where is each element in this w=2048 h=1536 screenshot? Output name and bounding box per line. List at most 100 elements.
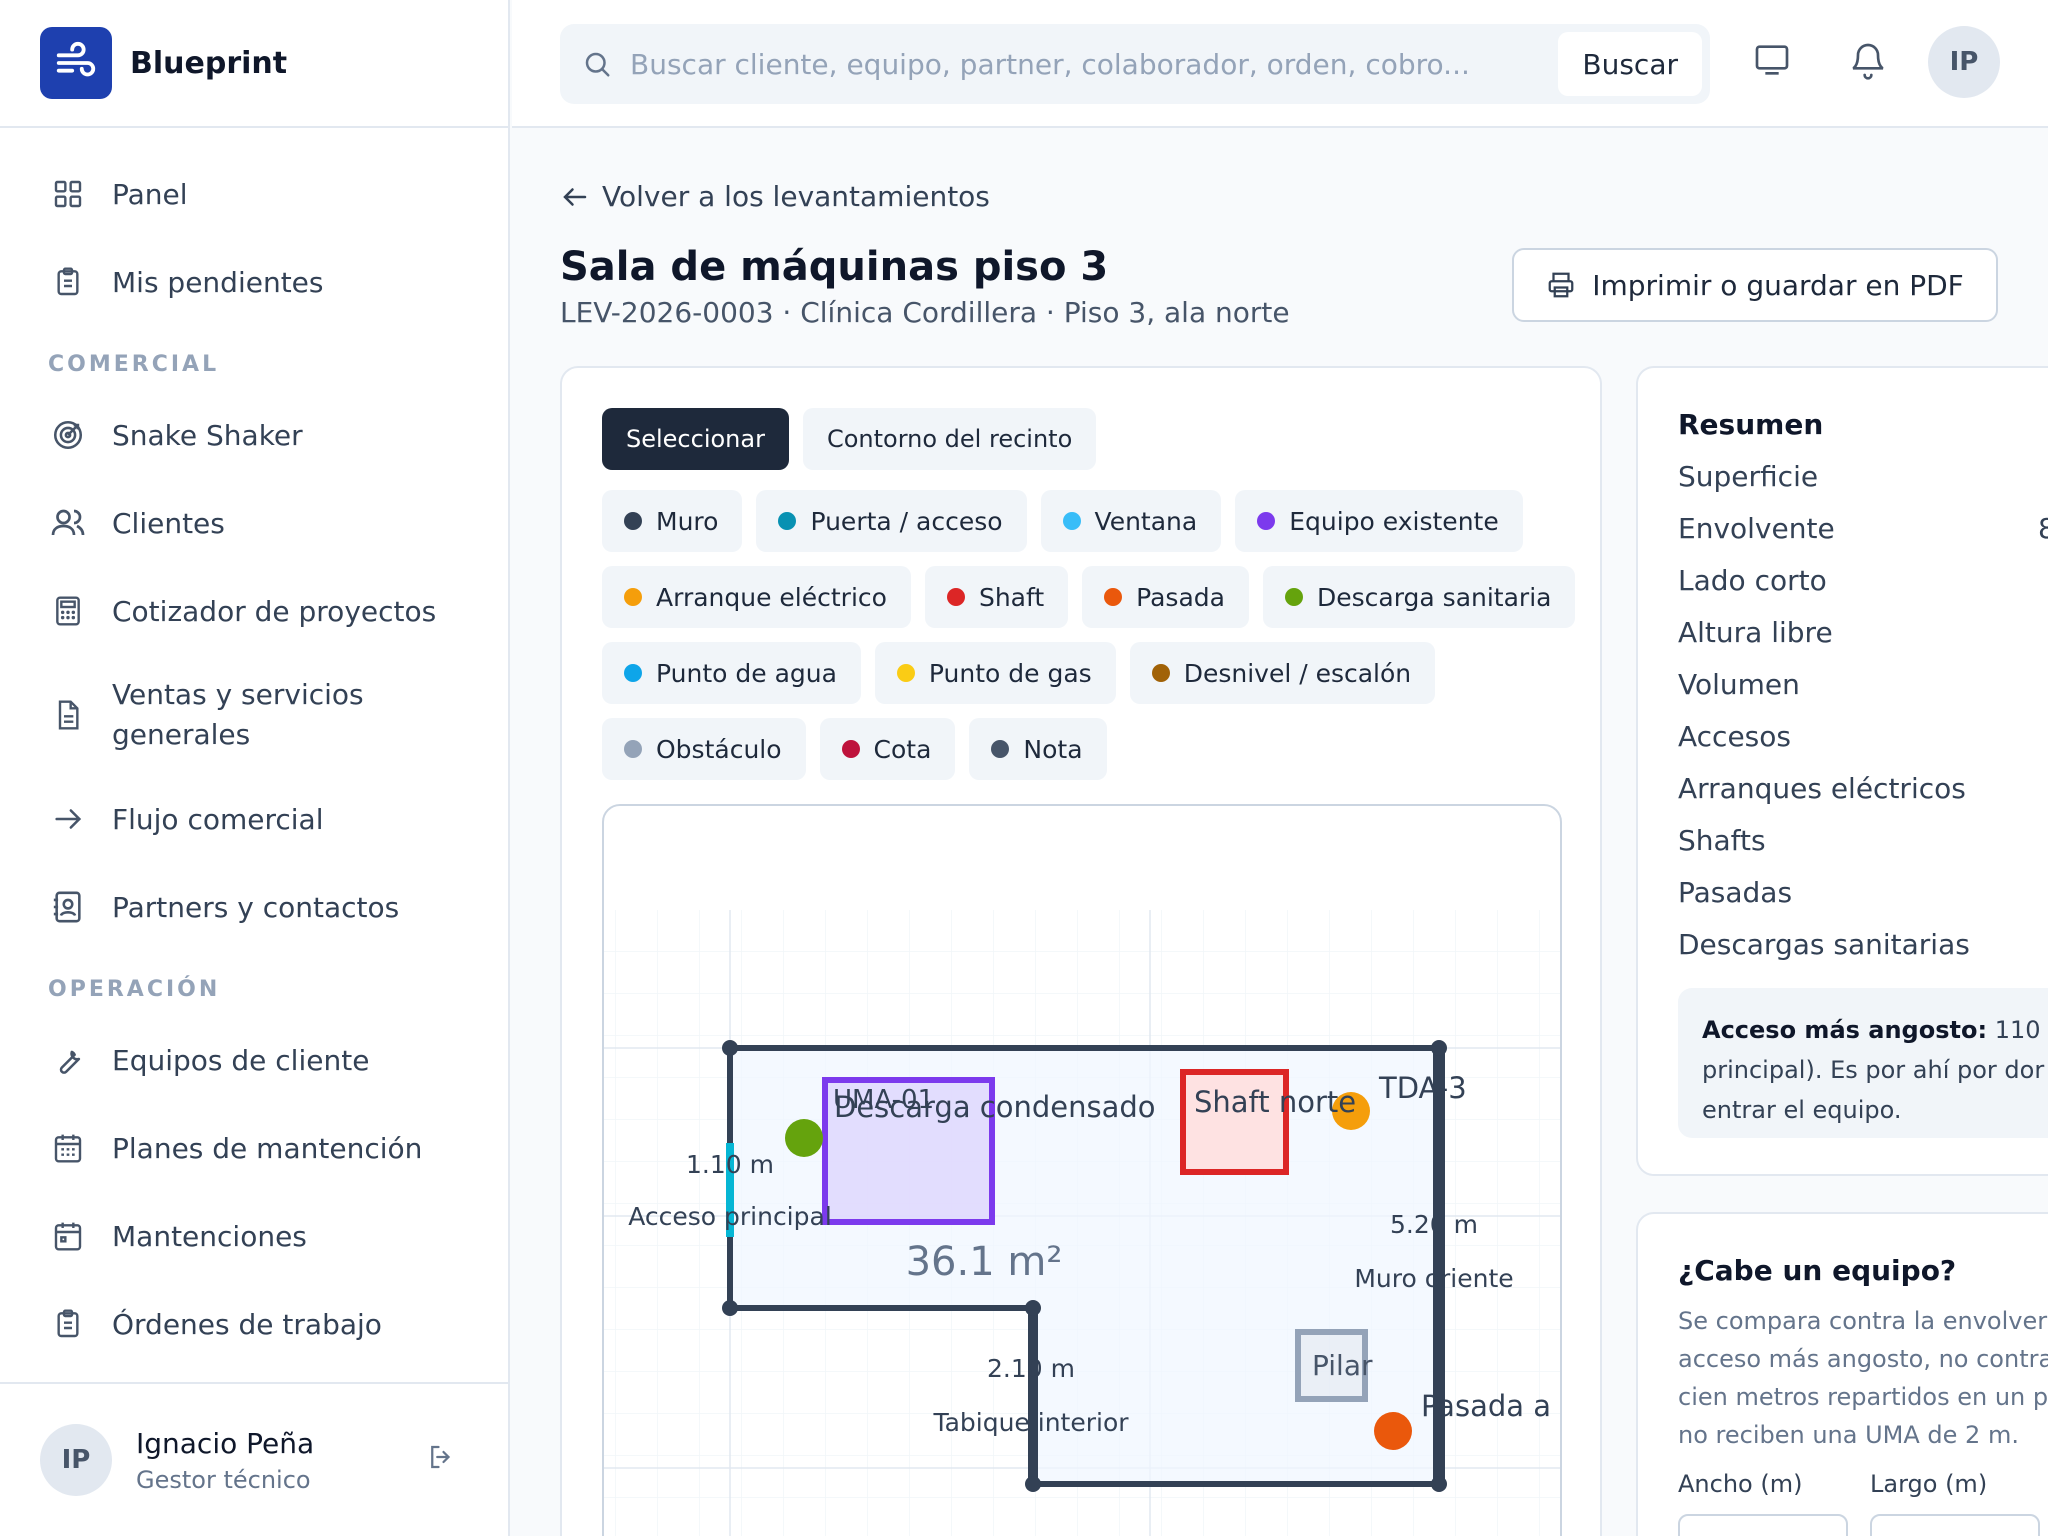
- element-chip[interactable]: Punto de agua: [602, 642, 861, 704]
- sidebar-item-label: Panel: [112, 177, 188, 211]
- sidebar-item-label: Planes de mantención: [112, 1131, 423, 1165]
- color-dot-icon: [991, 740, 1010, 758]
- element-chip[interactable]: Desnivel / escalón: [1129, 642, 1436, 704]
- contact-icon: [48, 887, 88, 927]
- sidebar-item-label: Mis pendientes: [112, 265, 324, 299]
- tool-select[interactable]: Seleccionar: [602, 408, 789, 470]
- element-chip[interactable]: Descarga sanitaria: [1262, 566, 1576, 628]
- element-chip-label: Shaft: [978, 582, 1045, 612]
- interior-wall-label: Tabique interior: [932, 1408, 1129, 1437]
- summary-row: Pasadas: [1678, 876, 1970, 928]
- monitor-icon[interactable]: [1752, 40, 1792, 84]
- element-chip[interactable]: Punto de gas: [874, 642, 1116, 704]
- element-chip[interactable]: Equipo existente: [1235, 490, 1523, 552]
- sidebar-item-mis-pendientes[interactable]: Mis pendientes: [0, 238, 508, 326]
- summary-row-label: Accesos: [1678, 720, 1791, 753]
- note-bold: Acceso más angosto:: [1702, 1016, 1988, 1044]
- sidebar-item-label: Snake Shaker: [112, 418, 303, 452]
- element-chip[interactable]: Nota: [969, 718, 1107, 780]
- sidebar-item-snake-shaker[interactable]: Snake Shaker: [0, 391, 508, 479]
- summary-row: Superficie: [1678, 460, 1970, 512]
- sidebar-item-label: Clientes: [112, 506, 225, 540]
- summary-row-label: Shafts: [1678, 824, 1766, 857]
- sidebar-item-mantenciones[interactable]: Mantenciones: [0, 1192, 508, 1280]
- users-icon: [48, 503, 88, 543]
- door-label: Acceso principal: [628, 1202, 832, 1231]
- color-dot-icon: [624, 740, 642, 758]
- length-input[interactable]: [1870, 1514, 2040, 1536]
- color-dot-icon: [1284, 588, 1303, 606]
- sidebar: Blueprint Panel Mis pendientes COMERCIAL…: [0, 0, 510, 1536]
- penetration-label: Pasada a: [1421, 1389, 1551, 1423]
- page-title: Sala de máquinas piso 3: [560, 244, 1109, 290]
- fit-check-card: ¿Cabe un equipo? Se compara contra la en…: [1636, 1212, 2048, 1536]
- sidebar-item-ordenes[interactable]: Órdenes de trabajo: [0, 1280, 508, 1368]
- element-chip-label: Punto de agua: [656, 658, 837, 688]
- summary-row-value: 8: [2038, 512, 2048, 545]
- summary-row: Arranques eléctricos: [1678, 772, 1970, 824]
- plan-canvas[interactable]: UMA-01 Descarga condensado Shaft norte T…: [602, 804, 1562, 1536]
- back-link[interactable]: Volver a los levantamientos: [560, 180, 990, 213]
- drain-point[interactable]: [785, 1119, 823, 1157]
- search-button[interactable]: Buscar: [1558, 32, 1702, 96]
- brand-name: Blueprint: [130, 45, 288, 81]
- element-chip-label: Desnivel / escalón: [1183, 658, 1412, 688]
- print-button-label: Imprimir o guardar en PDF: [1592, 268, 1964, 302]
- element-chip-label: Obstáculo: [656, 734, 782, 764]
- summary-row: Volumen: [1678, 668, 1970, 720]
- narrow-access-note: Acceso más angosto: 110 principal). Es p…: [1678, 988, 2048, 1138]
- printer-icon: [1546, 270, 1576, 300]
- color-dot-icon: [1151, 664, 1170, 682]
- color-dot-icon: [624, 588, 642, 606]
- sidebar-item-ventas[interactable]: Ventas y servicios generales: [0, 655, 508, 775]
- color-dot-icon: [946, 588, 965, 606]
- note-line-3: entrar el equipo.: [1702, 1096, 1902, 1124]
- summary-row: Envolvente 8: [1678, 512, 2048, 564]
- fit-desc-line: acceso más angosto, no contra: [1678, 1345, 2048, 1373]
- topbar: Buscar IP: [512, 0, 2048, 128]
- element-chip[interactable]: Shaft: [924, 566, 1069, 628]
- avatar[interactable]: IP: [1928, 26, 2000, 98]
- element-chip[interactable]: Pasada: [1082, 566, 1249, 628]
- print-button[interactable]: Imprimir o guardar en PDF: [1512, 248, 1998, 322]
- summary-card: Resumen Superficie Envolvente 8 Lado corto A…: [1636, 366, 2048, 1176]
- penetration-point[interactable]: [1374, 1412, 1412, 1450]
- element-chip[interactable]: Muro: [602, 490, 743, 552]
- search-input[interactable]: [630, 47, 1530, 81]
- element-chip[interactable]: Obstáculo: [602, 718, 806, 780]
- sidebar-item-flujo-comercial[interactable]: Flujo comercial: [0, 775, 508, 863]
- summary-row-label: Volumen: [1678, 668, 1800, 701]
- user-panel: IP Ignacio Peña Gestor técnico: [0, 1382, 508, 1536]
- plan-drawing[interactable]: UMA-01 Descarga condensado Shaft norte T…: [604, 806, 1562, 1536]
- fit-desc-line: cien metros repartidos en un p: [1678, 1383, 2048, 1411]
- element-chip[interactable]: Puerta / acceso: [756, 490, 1027, 552]
- color-dot-icon: [778, 512, 797, 530]
- element-chip-label: Puerta / acceso: [810, 506, 1003, 536]
- wind-logo-icon: [40, 27, 112, 99]
- sidebar-item-partners[interactable]: Partners y contactos: [0, 863, 508, 951]
- avatar[interactable]: IP: [40, 1424, 112, 1496]
- sidebar-item-label: Mantenciones: [112, 1219, 307, 1253]
- width-label: Ancho (m): [1678, 1470, 1803, 1498]
- element-chip[interactable]: Ventana: [1040, 490, 1222, 552]
- summary-row-label: Lado corto: [1678, 564, 1827, 597]
- sidebar-item-clientes[interactable]: Clientes: [0, 479, 508, 567]
- summary-row-label: Altura libre: [1678, 616, 1833, 649]
- sidebar-item-equipos[interactable]: Equipos de cliente: [0, 1016, 508, 1104]
- element-chip-label: Ventana: [1094, 506, 1198, 536]
- length-label: Largo (m): [1870, 1470, 1988, 1498]
- fit-desc-line: Se compara contra la envolver: [1678, 1307, 2048, 1335]
- sidebar-item-planes[interactable]: Planes de mantención: [0, 1104, 508, 1192]
- element-chip[interactable]: Cota: [819, 718, 956, 780]
- tda-label: TDA-3: [1378, 1071, 1467, 1105]
- sidebar-item-cotizador[interactable]: Cotizador de proyectos: [0, 567, 508, 655]
- brand[interactable]: Blueprint: [0, 0, 508, 128]
- element-palette: Muro Puerta / acceso Ventana Equipo existen…: [602, 490, 1582, 780]
- sidebar-item-panel[interactable]: Panel: [0, 150, 508, 238]
- width-input[interactable]: [1678, 1514, 1848, 1536]
- element-chip[interactable]: Arranque eléctrico: [602, 566, 911, 628]
- tool-bar: Seleccionar Contorno del recinto: [602, 408, 1097, 470]
- bell-icon[interactable]: [1848, 40, 1888, 84]
- tool-room-outline[interactable]: Contorno del recinto: [802, 408, 1097, 470]
- logout-icon[interactable]: [426, 1442, 456, 1476]
